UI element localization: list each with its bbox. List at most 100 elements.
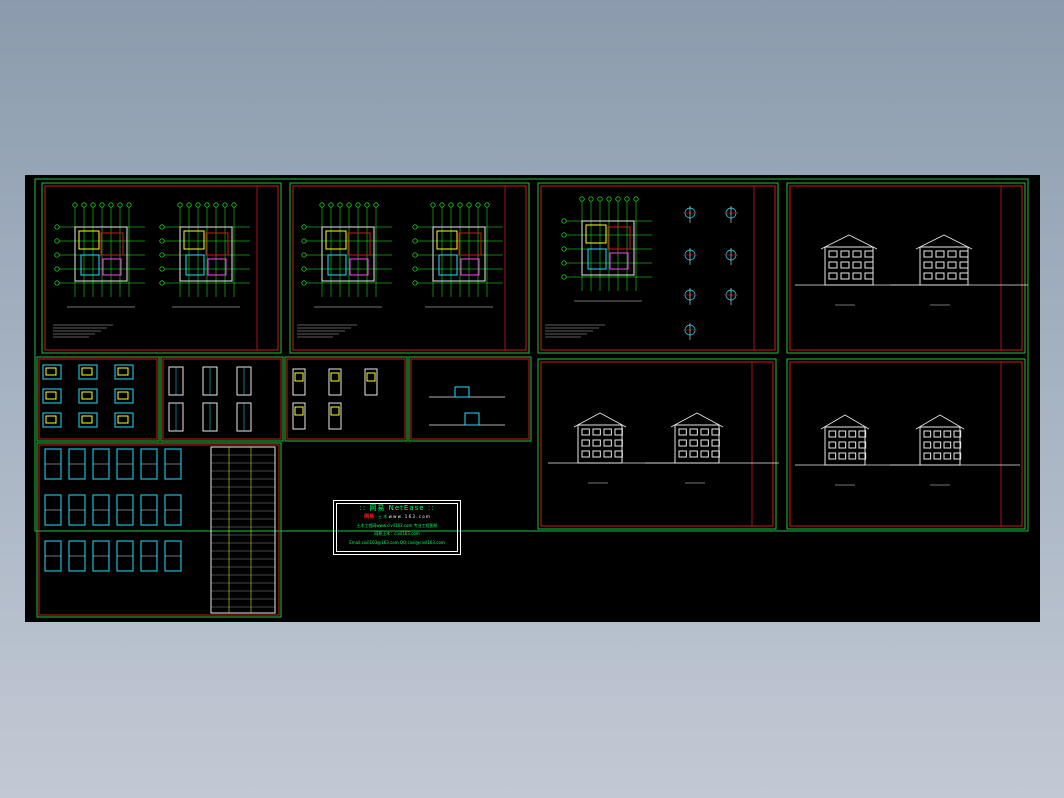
elevation-front-window xyxy=(852,261,862,269)
plan-a2-axis-bubble xyxy=(222,202,228,208)
plan-a1-axis-bubble xyxy=(54,238,60,244)
plan-b1-room xyxy=(325,230,347,250)
elevation-left-window xyxy=(700,450,709,458)
sheet-details-4-border xyxy=(410,358,530,440)
section-a-window xyxy=(848,441,857,449)
plan-b2-axis-bubble xyxy=(430,202,436,208)
detail-block-inner xyxy=(81,415,93,424)
elevation-rear-window xyxy=(603,428,612,436)
plan-a1-room xyxy=(78,230,100,250)
elevation-front-window xyxy=(864,272,874,280)
elevation-rear-window xyxy=(592,428,601,436)
plan-c1-axis-bubble xyxy=(588,196,594,202)
detail-block-inner xyxy=(117,415,129,424)
cad-drawing-canvas[interactable] xyxy=(25,175,1040,622)
elevation-front-window xyxy=(864,261,874,269)
plan-b2-axis-bubble xyxy=(475,202,481,208)
sheet-floor-plans-3-border xyxy=(540,185,776,351)
stamp-line-2: 网易 · 土 木 w w w . 1 6 3 . c o m xyxy=(334,513,460,520)
plan-a2-axis-bubble xyxy=(231,202,237,208)
elevation-left-window xyxy=(711,439,720,447)
plan-a2-axis-bubble xyxy=(159,224,165,230)
plan-a2-room xyxy=(205,232,229,256)
sheet-floor-plans-3-frame xyxy=(537,182,779,354)
plan-a2-axis-bubble xyxy=(195,202,201,208)
sheet-details-3-frame xyxy=(284,356,408,442)
detail-block-inner xyxy=(45,391,57,400)
plan-b2-axis-bubble xyxy=(457,202,463,208)
plan-b2-axis-bubble xyxy=(466,202,472,208)
detail-joint-fill xyxy=(366,372,376,382)
elevation-front-window xyxy=(852,272,862,280)
plan-b2-room xyxy=(460,258,480,276)
elevation-left-window xyxy=(711,428,720,436)
sheet-sections-1-frame xyxy=(786,358,1026,530)
sheet-details-2-border xyxy=(162,358,282,440)
detail-block-inner xyxy=(45,415,57,424)
plan-c1-axis-bubble xyxy=(561,232,567,238)
section-a-window xyxy=(828,441,837,449)
detail-block-inner xyxy=(117,391,129,400)
plan-c1-room xyxy=(607,226,631,250)
section-b-window xyxy=(943,441,952,449)
elevation-side-window xyxy=(935,272,945,280)
cad-model-viewport[interactable]: :: 网易 NetEase :: 网易 · 土 木 w w w . 1 6 3 … xyxy=(25,175,1040,622)
elevation-side-window xyxy=(959,261,969,269)
plan-b2-room xyxy=(458,232,482,256)
sheet-elevations-2-border xyxy=(540,361,774,527)
detail-block-inner xyxy=(81,391,93,400)
section-b-window xyxy=(933,430,942,438)
stamp-brand: 网易 xyxy=(364,514,375,520)
plan-b1-axis-bubble xyxy=(337,202,343,208)
plan-c1-room xyxy=(609,252,629,270)
elevation-front-window xyxy=(840,261,850,269)
plan-a2-axis-bubble xyxy=(204,202,210,208)
elevation-left-window xyxy=(711,450,720,458)
plan-b1-axis-bubble xyxy=(301,238,307,244)
elevation-front-window xyxy=(840,250,850,258)
elevation-left-window xyxy=(678,439,687,447)
plan-a1-axis-bubble xyxy=(54,266,60,272)
section-b-window xyxy=(923,441,932,449)
plan-a1-room xyxy=(102,258,122,276)
elevation-front-window xyxy=(828,261,838,269)
elevation-rear-window xyxy=(592,450,601,458)
elevation-left-window xyxy=(700,428,709,436)
elevation-side-window xyxy=(959,250,969,258)
elevation-front-window xyxy=(828,250,838,258)
netease-title-stamp: :: 网易 NetEase :: 网易 · 土 木 w w w . 1 6 3 … xyxy=(333,500,461,555)
detail-block-inner xyxy=(117,367,129,376)
plan-b2-axis-bubble xyxy=(439,202,445,208)
elevation-side-window xyxy=(947,272,957,280)
detail-joint-fill xyxy=(330,406,340,416)
plan-c1-axis-bubble xyxy=(615,196,621,202)
plan-a1-axis-bubble xyxy=(126,202,132,208)
elevation-left-window xyxy=(689,439,698,447)
plan-b2-axis-bubble xyxy=(412,252,418,258)
section-a-window xyxy=(838,452,847,460)
detail-beam-seat xyxy=(454,386,470,398)
section-b-window xyxy=(923,430,932,438)
plan-a1-axis-bubble xyxy=(90,202,96,208)
plan-a2-room xyxy=(185,254,205,276)
plan-a1-axis-bubble xyxy=(72,202,78,208)
schedule-table xyxy=(210,446,276,614)
plan-c1-axis-bubble xyxy=(561,218,567,224)
sheet-floor-plans-1-frame xyxy=(41,182,282,354)
elevation-left-window xyxy=(678,450,687,458)
section-a-window xyxy=(828,452,837,460)
plan-b1-axis-bubble xyxy=(301,266,307,272)
sheet-elevations-2-frame xyxy=(537,358,777,530)
detail-joint-fill xyxy=(330,372,340,382)
plan-a2-axis-bubble xyxy=(159,266,165,272)
detail-joint-fill xyxy=(294,372,304,382)
section-b-window xyxy=(923,452,932,460)
plan-b2-axis-bubble xyxy=(412,224,418,230)
detail-block-inner xyxy=(45,367,57,376)
stamp-line-1: :: 网易 NetEase :: xyxy=(359,504,435,512)
section-a-window xyxy=(848,452,857,460)
plan-c1-axis-bubble xyxy=(597,196,603,202)
elevation-rear-window xyxy=(603,439,612,447)
elevation-side-window xyxy=(923,250,933,258)
plan-a1-axis-bubble xyxy=(81,202,87,208)
